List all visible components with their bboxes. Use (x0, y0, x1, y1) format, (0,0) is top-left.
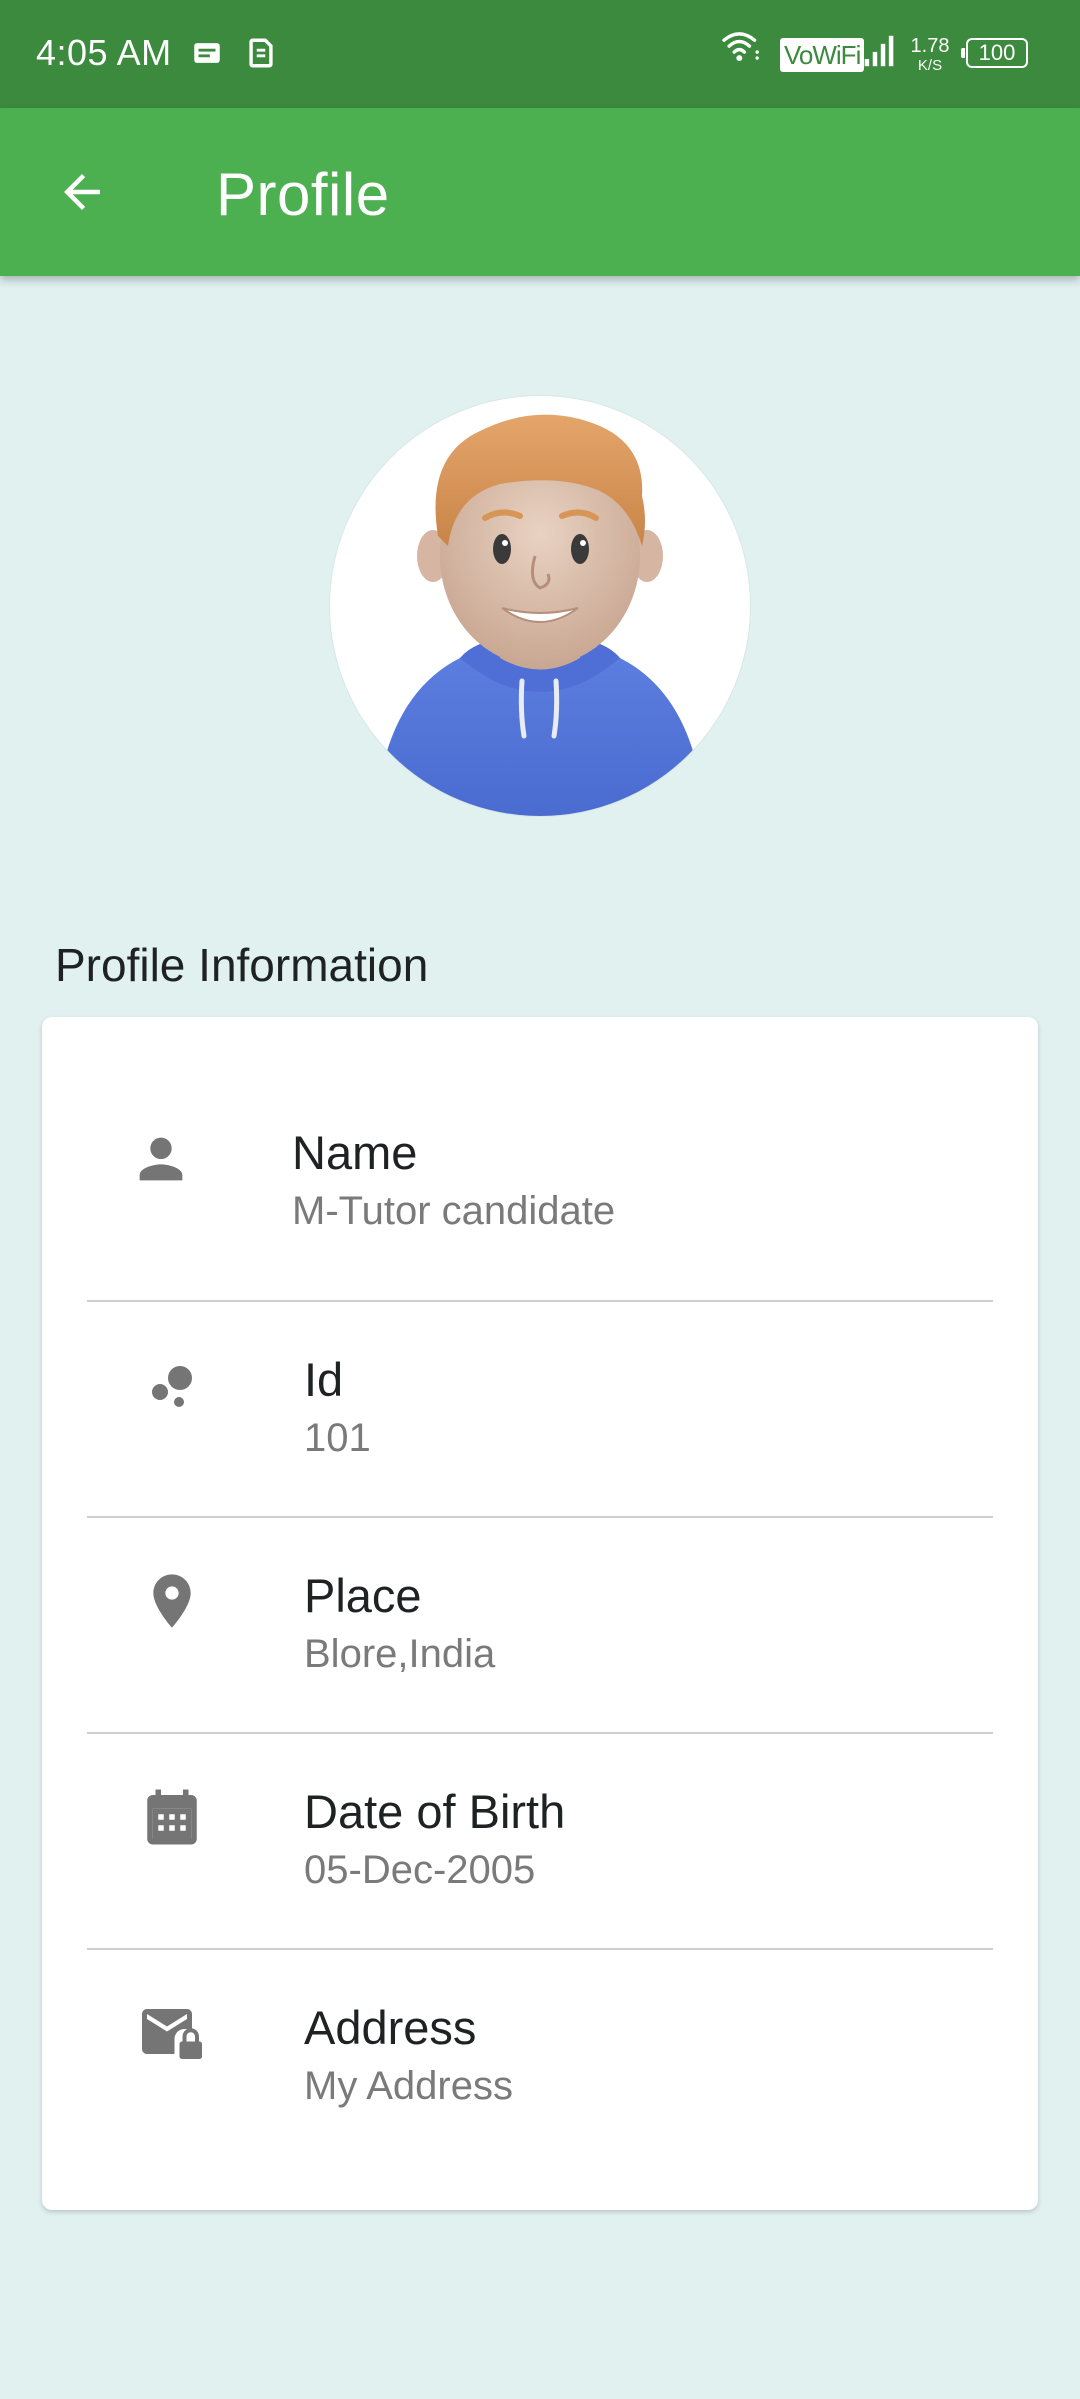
battery-indicator: 100 (961, 38, 1028, 68)
page-title: Profile (216, 161, 390, 228)
profile-value: Blore,India (304, 1632, 496, 1676)
profile-value: 101 (304, 1416, 371, 1460)
divider (87, 1300, 993, 1302)
back-button[interactable] (44, 154, 120, 230)
status-bar: 4:05 AM VoWiFi 1.78 K/S 100 (0, 0, 1080, 108)
profile-row-address: Address My Address (42, 1017, 1038, 2108)
battery-level: 100 (978, 40, 1016, 65)
profile-info-card: Name M-Tutor candidate Id 101 Place Blor… (42, 1017, 1038, 2210)
profile-label: Place (304, 1569, 422, 1622)
profile-avatar (330, 396, 750, 816)
profile-value: My Address (304, 2064, 513, 2108)
network-speed: 1.78 K/S (908, 36, 952, 73)
divider (87, 1948, 993, 1950)
vowifi-badge: VoWiFi (780, 38, 865, 72)
divider (87, 1516, 993, 1518)
divider (87, 1732, 993, 1734)
sim-notification-icon (249, 38, 273, 68)
status-time: 4:05 AM (36, 32, 172, 73)
profile-value: 05-Dec-2005 (304, 1848, 536, 1892)
signal-strength-icon (864, 35, 894, 67)
app-bar: Profile (0, 108, 1080, 276)
mail-lock-icon (137, 1999, 207, 2069)
calendar-icon (137, 1782, 207, 1852)
section-title: Profile Information (55, 939, 429, 991)
message-notification-icon (194, 43, 220, 63)
network-speed-value: 1.78 (910, 35, 950, 57)
location-pin-icon (137, 1566, 207, 1636)
profile-label: Address (304, 2001, 477, 2054)
avatar-illustration (375, 414, 705, 816)
profile-label: Id (304, 1353, 344, 1406)
profile-label: Date of Birth (304, 1785, 566, 1838)
network-speed-unit: K/S (917, 57, 943, 74)
wifi-icon (722, 32, 759, 62)
arrow-back-icon (64, 174, 100, 210)
bubbles-icon (137, 1351, 207, 1421)
